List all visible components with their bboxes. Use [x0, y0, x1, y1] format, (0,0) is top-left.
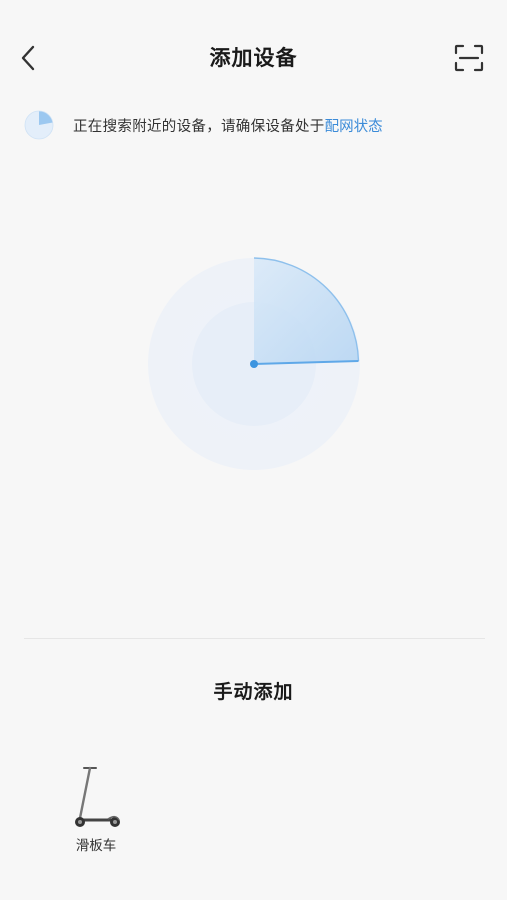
- header: 添加设备: [0, 0, 507, 116]
- section-divider: [24, 638, 485, 639]
- search-status: 正在搜索附近的设备，请确保设备处于 配网状态: [24, 109, 383, 141]
- device-item-scooter[interactable]: 滑板车: [62, 758, 130, 858]
- radar-scan-animation: [148, 257, 360, 470]
- page-title: 添加设备: [209, 46, 298, 70]
- status-text: 正在搜索附近的设备，请确保设备处于: [73, 118, 325, 135]
- searching-icon: [24, 110, 54, 140]
- manual-add-title: 手动添加: [213, 681, 294, 703]
- device-label: 滑板车: [75, 838, 117, 854]
- scooter-icon: [75, 766, 120, 827]
- scan-button[interactable]: [450, 40, 488, 76]
- scan-icon: [454, 44, 484, 72]
- pairing-mode-link[interactable]: 配网状态: [325, 115, 383, 136]
